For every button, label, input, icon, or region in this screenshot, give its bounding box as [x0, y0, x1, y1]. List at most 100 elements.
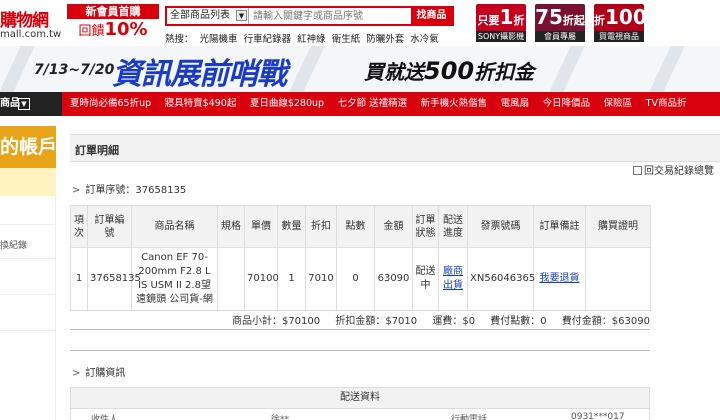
cell-purchase-proof: [585, 247, 651, 311]
column-header: 商品名稱: [131, 205, 218, 248]
column-header: 單價: [244, 205, 278, 248]
promo-banner[interactable]: 7/13~7/20 資訊展前哨戰 買就送500折扣金: [0, 46, 720, 92]
page-title: 訂單明細: [75, 144, 119, 157]
cell-discount: 7010: [305, 247, 337, 311]
order-number: > 訂單序號：37658135: [72, 181, 186, 196]
logo-text[interactable]: 購物網: [0, 6, 49, 31]
hot-term[interactable]: 防曬外套: [366, 34, 404, 45]
return-request-link[interactable]: 我要退貨: [540, 273, 580, 284]
cell-shipping-progress[interactable]: 廠商出貨: [438, 247, 468, 311]
nav-link[interactable]: 夏時尚必備65折up: [70, 92, 151, 116]
cell-spec: [217, 247, 245, 311]
shipping-info-header: 配送資料: [70, 387, 650, 409]
order-info-heading: > 訂購資訊: [72, 364, 125, 379]
shipping-field-label: 收件人: [91, 415, 119, 420]
banner-decoration: [549, 46, 585, 92]
promo-sony-camera[interactable]: 只要1折 SONY攝影機: [476, 4, 526, 42]
banner-decoration: [649, 46, 685, 92]
promo-caption: SONY攝影機: [476, 31, 526, 42]
nav-link[interactable]: TV商品折: [646, 92, 687, 116]
column-header: 項次: [70, 205, 88, 248]
category-menu-button[interactable]: 商品 ▼: [0, 92, 62, 116]
account-sidebar: 的帳戶 換紀錄: [0, 126, 56, 420]
promo-caption: 買電視商品: [594, 31, 644, 42]
order-table: 項次 訂單編號 商品名稱 規格 單價 數量 折扣 點數 金額 訂單狀態 配送進度…: [70, 205, 651, 311]
column-header: 發票號碼: [467, 205, 534, 248]
summary-shipping-fee: 運費：$0: [432, 316, 476, 327]
logo-url[interactable]: mall.com.tw: [0, 29, 61, 40]
new-member-offer[interactable]: 回饋10%: [67, 19, 159, 42]
divider: [0, 258, 56, 259]
hot-search-terms: 熱搜： 光陽機車 行車紀錄器 紅神綠 衛生紙 防曬外套 水冷氣: [165, 31, 442, 45]
cell-index: 1: [70, 247, 88, 311]
promo-tv[interactable]: 折100 買電視商品: [594, 4, 647, 42]
chevron-right-icon: >: [72, 185, 81, 196]
column-header: 購買證明: [585, 205, 651, 248]
cell-product-name: Canon EF 70-200mm F2.8 L IS USM II 2.8望遠…: [131, 247, 218, 311]
shipping-info-row: 收件人 徐** 行動電話 0931***017: [70, 409, 650, 420]
nav-link[interactable]: 寢具特賣$490起: [165, 92, 237, 116]
cell-order-note[interactable]: 我要退貨: [533, 247, 586, 311]
new-member-title[interactable]: 新會員首購: [67, 4, 159, 19]
nav-link[interactable]: 今日降價品: [543, 92, 591, 116]
divider: [70, 350, 650, 351]
table-header-row: 項次 訂單編號 商品名稱 規格 單價 數量 折扣 點數 金額 訂單狀態 配送進度…: [70, 205, 651, 248]
banner-headline: 資訊展前哨戰: [112, 57, 287, 92]
chevron-down-icon[interactable]: ▼: [18, 98, 30, 110]
category-select[interactable]: 全部商品列表 ▼: [167, 8, 249, 24]
column-header: 規格: [217, 205, 245, 248]
summary-discount: 折扣金額：$7010: [335, 316, 418, 327]
hot-term[interactable]: 行車紀錄器: [244, 34, 292, 45]
back-icon: [633, 166, 642, 175]
nav-link[interactable]: 夏日曲線$280up: [250, 92, 324, 116]
cell-order-id: 37658135: [87, 247, 141, 311]
nav-link[interactable]: 保險區: [604, 92, 633, 116]
site-logo[interactable]: 購物網 mall.com.tw: [0, 2, 62, 42]
hot-term[interactable]: 光陽機車: [200, 34, 238, 45]
panel-header: 訂單明細: [70, 134, 720, 162]
column-header: 訂單備註: [533, 205, 586, 248]
new-member-promo[interactable]: 新會員首購 回饋10%: [67, 4, 159, 42]
shipping-field-value: 0931***017: [571, 412, 625, 420]
hot-search-label: 熱搜：: [165, 34, 194, 45]
order-info-title: 訂購資訊: [85, 368, 126, 379]
divider: [0, 330, 56, 331]
search-button[interactable]: 找商品: [411, 8, 452, 24]
category-select-value: 全部商品列表: [170, 10, 230, 21]
banner-decoration: [289, 46, 325, 92]
hot-term[interactable]: 衛生紙: [332, 34, 361, 45]
nav-link[interactable]: 新手機火熱偕售: [421, 92, 488, 116]
divider: [0, 294, 56, 295]
promo-caption: 會員專屬: [535, 31, 585, 42]
order-number-value: 37658135: [135, 185, 187, 196]
chevron-right-icon: >: [72, 368, 81, 379]
hot-term[interactable]: 紅神綠: [297, 34, 326, 45]
account-title: 的帳戶: [0, 126, 56, 168]
summary-subtotal: 商品小計：$70100: [231, 316, 321, 327]
summary-points: 費付點數：0: [490, 316, 547, 327]
cell-amount: 63090: [374, 247, 413, 311]
search-input[interactable]: [251, 8, 411, 24]
table-row: 1 37658135 Canon EF 70-200mm F2.8 L IS U…: [70, 247, 651, 311]
nav-link[interactable]: 電風扇: [501, 92, 530, 116]
cell-quantity: 1: [277, 247, 306, 311]
divider: [0, 224, 56, 225]
transaction-history-link[interactable]: 回交易紀錄總覽: [633, 162, 714, 177]
shipping-progress-link[interactable]: 廠商出貨: [443, 266, 463, 291]
nav-link[interactable]: 七夕節 送禮精選: [338, 92, 408, 116]
site-header: 購物網 mall.com.tw 新會員首購 回饋10% 全部商品列表 ▼ 找商品…: [0, 0, 720, 46]
search-bar: 全部商品列表 ▼ 找商品: [165, 6, 454, 26]
order-detail-main: 訂單明細 回交易紀錄總覽 > 訂單序號：37658135 項次 訂單編號 商品名稱…: [70, 126, 720, 420]
banner-decoration: [0, 46, 35, 92]
column-header: 訂單編號: [87, 205, 132, 248]
hot-term[interactable]: 水冷氣: [410, 34, 439, 45]
promo-member-exclusive[interactable]: 75折起 會員專屬: [535, 4, 585, 42]
banner-dates: 7/13~7/20: [34, 62, 115, 78]
cell-price: 70100: [244, 247, 279, 311]
chevron-down-icon[interactable]: ▼: [236, 10, 247, 21]
order-summary: 商品小計：$70100 折扣金額：$7010 運費：$0 費付點數：0 費付金額…: [70, 312, 650, 327]
sidebar-item-exchange-record[interactable]: 換紀錄: [0, 238, 27, 251]
transaction-history-label[interactable]: 回交易紀錄總覽: [644, 166, 714, 177]
column-header: 配送進度: [438, 205, 468, 248]
main-nav: 商品 ▼ 夏時尚必備65折up 寢具特賣$490起 夏日曲線$280up 七夕節…: [0, 92, 720, 116]
